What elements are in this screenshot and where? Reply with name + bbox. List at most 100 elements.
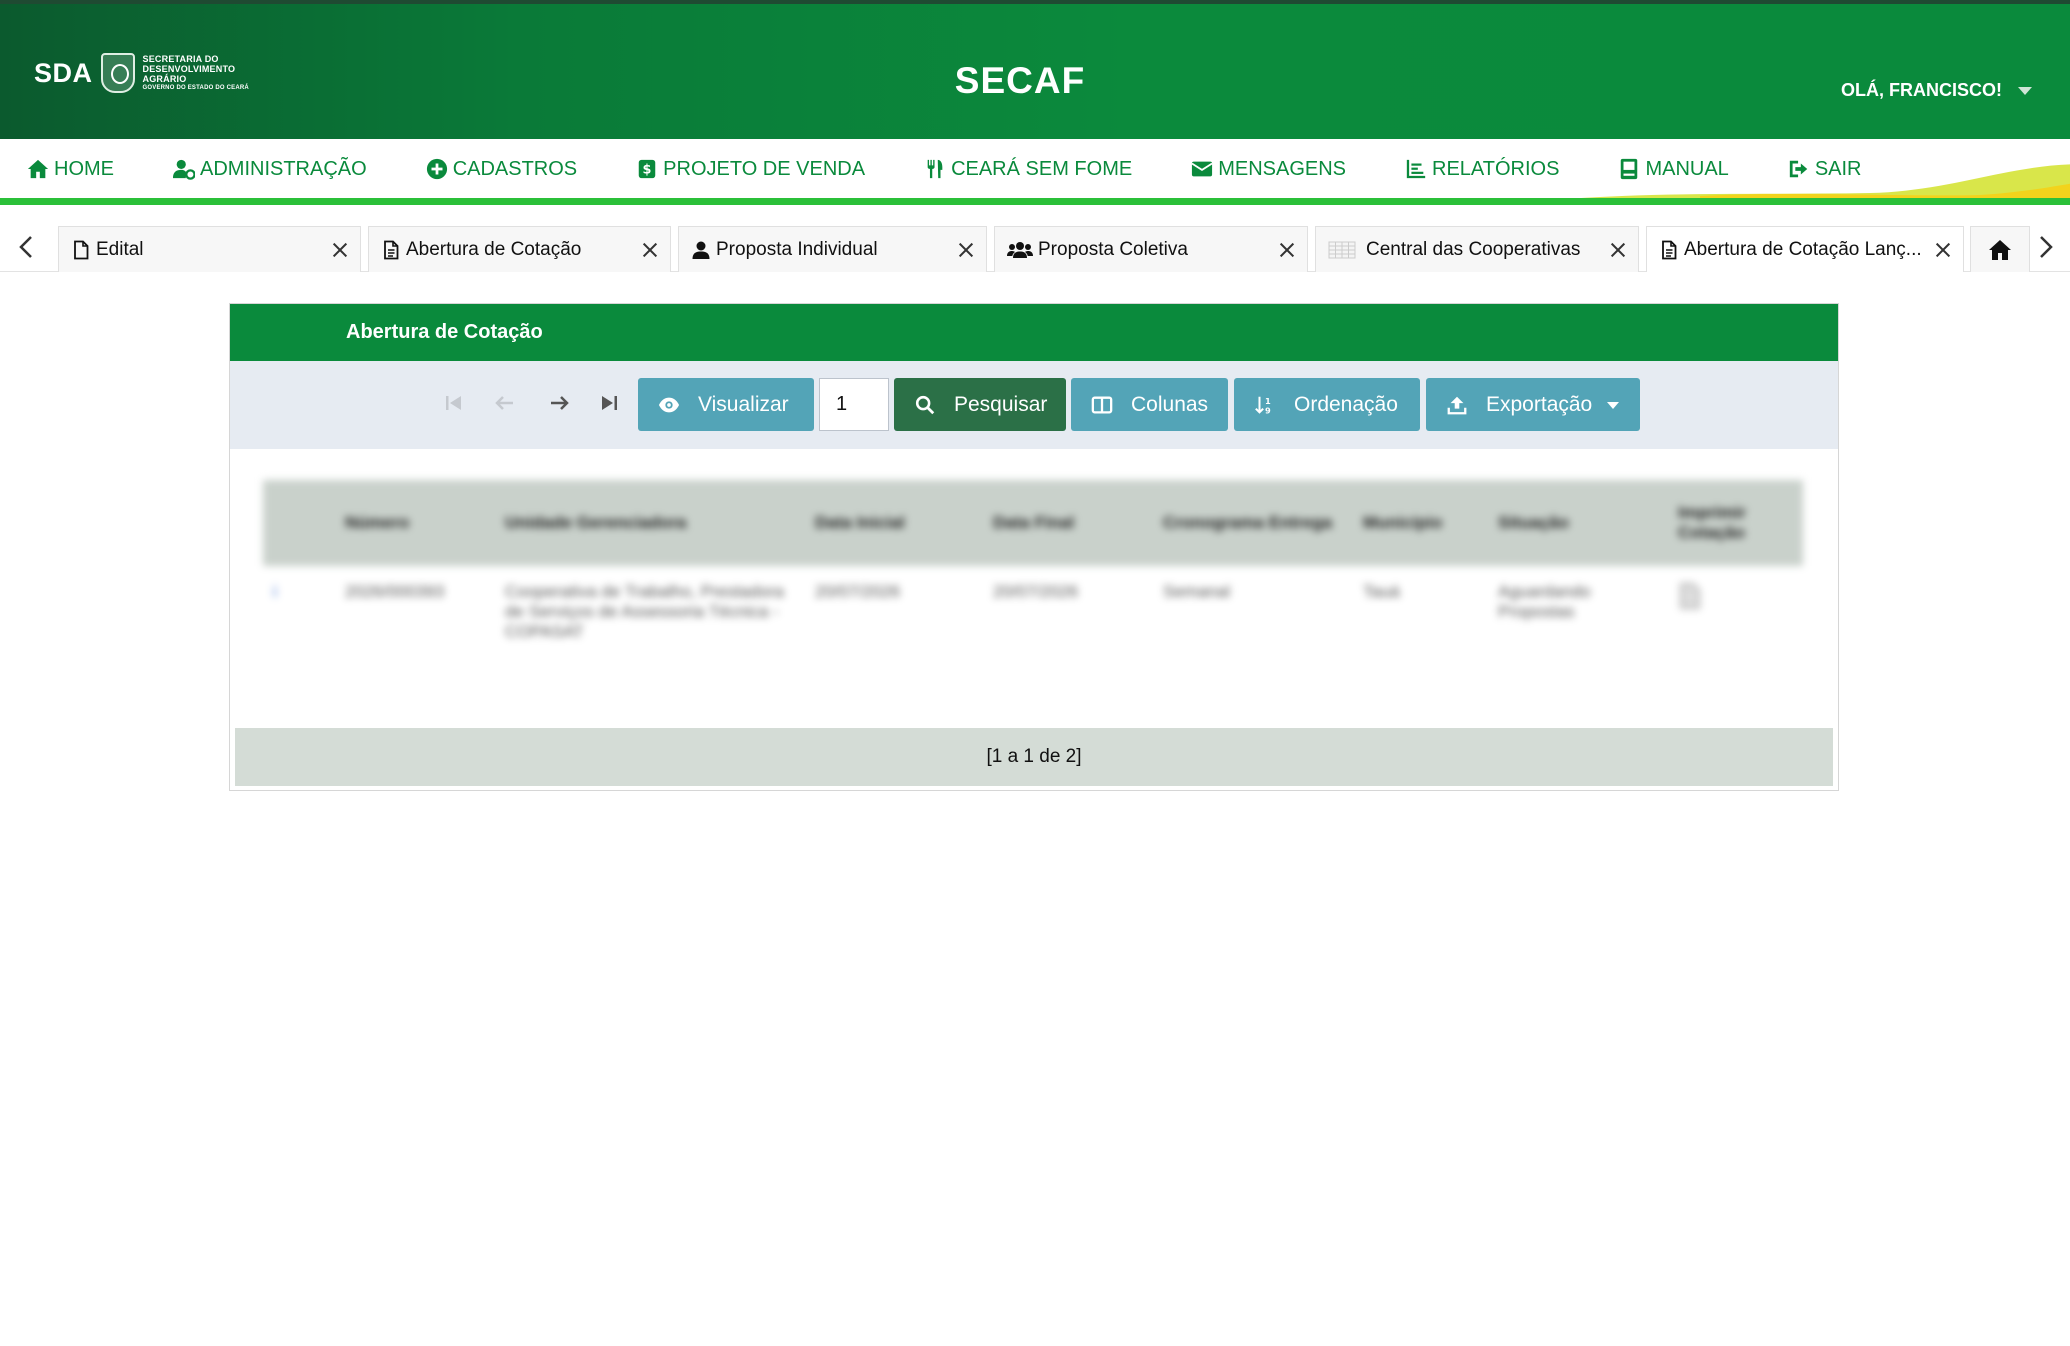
tabs-scroll-left-button[interactable] (12, 232, 42, 262)
last-page-icon[interactable] (596, 390, 622, 416)
users-icon (1007, 241, 1033, 258)
app-title: SECAF (954, 60, 1086, 101)
button-label: Visualizar (698, 392, 789, 416)
column-header: Imprimir Cotação (1668, 480, 1803, 566)
nav-mensagens[interactable]: MENSAGENS (1191, 153, 1346, 185)
tab-proposta-coletiva[interactable]: Proposta Coletiva (994, 226, 1308, 272)
tab-abertura-de-cotacao-lancamento[interactable]: Abertura de Cotação Lanç... (1646, 226, 1964, 272)
nav-label: CEARÁ SEM FOME (951, 157, 1133, 180)
button-label: Colunas (1131, 392, 1209, 416)
table-cell: 20/07/2026 (805, 566, 983, 690)
nav-relatorios[interactable]: RELATÓRIOS (1405, 153, 1559, 185)
tab-label: Proposta Coletiva (1038, 238, 1188, 260)
close-icon[interactable] (642, 242, 658, 258)
next-page-icon[interactable] (546, 390, 572, 416)
chart-icon (1406, 159, 1426, 179)
tab-home-button[interactable] (1970, 226, 2030, 272)
tab-label: Abertura de Cotação Lanç... (1684, 238, 1922, 260)
table-cell: Cooperativa de Trabalho, Prestadora de S… (495, 566, 805, 690)
money-icon: $ (638, 159, 656, 179)
column-header[interactable]: Situação (1488, 480, 1668, 566)
nav-manual[interactable]: MANUAL (1618, 153, 1729, 185)
column-header[interactable]: Unidade Gerenciadora (495, 480, 805, 566)
close-icon[interactable] (1610, 242, 1626, 258)
user-gear-icon (173, 159, 195, 180)
caret-down-icon (1607, 401, 1620, 409)
column-header[interactable]: Data Final (983, 480, 1153, 566)
close-icon[interactable] (958, 242, 974, 258)
previous-page-icon[interactable] (492, 390, 518, 416)
eye-icon (658, 397, 680, 412)
nav-accent-bar (0, 198, 2070, 205)
column-header[interactable]: Número (335, 480, 495, 566)
table-cell: Semanal (1153, 566, 1353, 690)
close-icon[interactable] (332, 242, 348, 258)
nav-cadastros[interactable]: CADASTROS (426, 153, 577, 185)
nav-sair[interactable]: SAIR (1788, 153, 1862, 185)
user-menu[interactable]: OLÁ, FRANCISCO! (1841, 80, 2032, 101)
utensils-icon (927, 159, 943, 179)
panel-title: Abertura de Cotação (230, 304, 1838, 361)
button-label: Exportação (1486, 392, 1593, 416)
nav-projeto-de-venda[interactable]: $ PROJETO DE VENDA (636, 153, 865, 185)
row-detail-link[interactable]: i (263, 566, 335, 690)
grid-toolbar: Visualizar Pesquisar Colunas 19 Ordenaçã… (230, 361, 1838, 449)
nav-home[interactable]: HOME (27, 153, 114, 185)
pesquisar-button[interactable]: Pesquisar (894, 378, 1066, 431)
nav-label: ADMINISTRAÇÃO (200, 157, 367, 180)
main-nav: HOME ADMINISTRAÇÃO CADASTROS $ PROJETO D… (0, 139, 2070, 205)
table-icon (1328, 241, 1356, 258)
tab-label: Edital (96, 238, 144, 260)
home-icon (27, 159, 49, 179)
tab-strip: Edital Abertura de Cotação Proposta Indi… (0, 222, 2070, 272)
chevron-left-icon (19, 236, 32, 258)
close-icon[interactable] (1279, 242, 1295, 258)
pagination-summary: [1 a 1 de 2] (235, 728, 1833, 786)
table-row[interactable]: i 2026/000393 Cooperativa de Trabalho, P… (263, 566, 1803, 690)
tab-edital[interactable]: Edital (58, 226, 361, 272)
colunas-button[interactable]: Colunas (1071, 378, 1228, 431)
table-cell: Aguardando Propostas (1488, 566, 1668, 690)
close-icon[interactable] (1935, 242, 1951, 258)
table-cell: 20/07/2026 (983, 566, 1153, 690)
file-icon (74, 240, 89, 259)
tab-label: Central das Cooperativas (1366, 238, 1581, 260)
cotacao-table: Número Unidade Gerenciadora Data Inicial… (263, 480, 1803, 700)
page-number-input[interactable] (819, 378, 889, 431)
tab-label: Abertura de Cotação (406, 238, 582, 260)
nav-administracao[interactable]: ADMINISTRAÇÃO (173, 153, 367, 185)
home-icon (1989, 239, 2011, 260)
nav-label: SAIR (1814, 157, 1862, 180)
tab-abertura-de-cotacao[interactable]: Abertura de Cotação (368, 226, 671, 272)
ordenacao-button[interactable]: 19 Ordenação (1234, 378, 1420, 431)
column-header[interactable]: Município (1353, 480, 1488, 566)
column-header[interactable]: Cronograma Entrega (1153, 480, 1353, 566)
visualizar-button[interactable]: Visualizar (638, 378, 814, 431)
plus-circle-icon (426, 158, 447, 180)
tabs-scroll-right-button[interactable] (2030, 232, 2060, 262)
tab-central-das-cooperativas[interactable]: Central das Cooperativas (1315, 226, 1639, 272)
nav-label: MANUAL (1645, 157, 1729, 180)
exportacao-button[interactable]: Exportação (1426, 378, 1640, 431)
nav-label: RELATÓRIOS (1432, 157, 1560, 180)
column-header[interactable]: Data Inicial (805, 480, 983, 566)
nav-label: HOME (54, 157, 114, 180)
button-label: Ordenação (1294, 392, 1398, 416)
button-label: Pesquisar (954, 392, 1048, 416)
tab-proposta-individual[interactable]: Proposta Individual (678, 226, 987, 272)
abertura-de-cotacao-panel: Abertura de Cotação Visualizar Pesquisar… (229, 303, 1839, 791)
tab-label: Proposta Individual (716, 238, 878, 260)
book-icon (1621, 158, 1638, 180)
app-header: SDA SECRETARIA DO DESENVOLVIMENTO AGRÁRI… (0, 0, 2070, 139)
nav-ceara-sem-fome[interactable]: CEARÁ SEM FOME (924, 153, 1132, 185)
first-page-icon[interactable] (441, 390, 467, 416)
print-document-icon[interactable] (1678, 582, 1702, 610)
columns-icon (1091, 396, 1113, 413)
table-cell: Tauá (1353, 566, 1488, 690)
envelope-icon (1191, 161, 1213, 177)
sort-icon: 19 (1255, 396, 1271, 415)
file-text-icon (1662, 240, 1677, 259)
file-text-icon (384, 240, 399, 259)
svg-text:9: 9 (1265, 405, 1271, 415)
user-icon (692, 241, 710, 259)
